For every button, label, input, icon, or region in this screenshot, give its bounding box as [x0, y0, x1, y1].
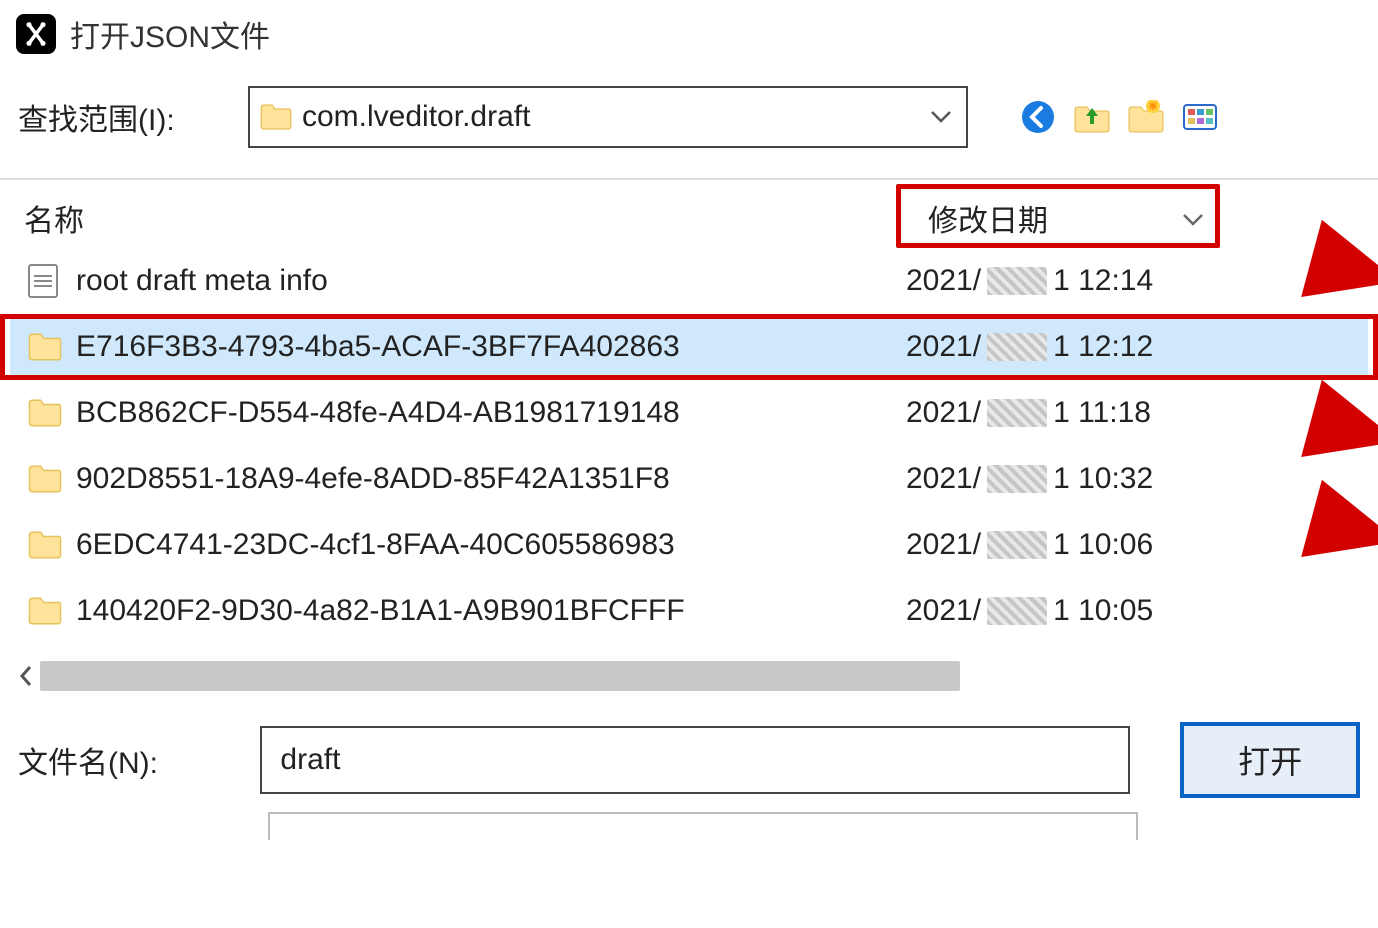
- date-suffix: 1 12:12: [1053, 330, 1153, 364]
- divider: [0, 178, 1378, 180]
- column-date-header[interactable]: 修改日期: [900, 190, 1220, 246]
- column-name-header[interactable]: 名称: [10, 196, 900, 240]
- column-headers: 名称 修改日期: [10, 188, 1368, 248]
- date-suffix: 1 10:32: [1053, 462, 1153, 496]
- folder-icon: [28, 332, 76, 362]
- titlebar: 打开JSON文件: [0, 0, 1378, 76]
- file-date: 2021/1 10:32: [906, 462, 1266, 496]
- file-list: 名称 修改日期 root draft meta info2021/1 12:14…: [0, 188, 1378, 696]
- file-row[interactable]: 6EDC4741-23DC-4cf1-8FAA-40C6055869832021…: [10, 512, 1368, 578]
- column-date-label: 修改日期: [928, 196, 1048, 240]
- file-row[interactable]: 140420F2-9D30-4a82-B1A1-A9B901BFCFFF2021…: [10, 578, 1368, 644]
- filename-input[interactable]: draft: [260, 726, 1130, 794]
- filetype-combo[interactable]: [268, 812, 1138, 840]
- path-text: com.lveditor.draft: [302, 100, 916, 134]
- folder-icon: [28, 398, 76, 428]
- file-row[interactable]: E716F3B3-4793-4ba5-ACAF-3BF7FA4028632021…: [10, 314, 1368, 380]
- date-redacted: [987, 465, 1047, 493]
- folder-icon: [28, 530, 76, 560]
- document-icon: [28, 264, 76, 298]
- date-prefix: 2021/: [906, 330, 981, 364]
- date-suffix: 1 10:06: [1053, 528, 1153, 562]
- folder-icon: [28, 464, 76, 494]
- file-date: 2021/1 12:14: [906, 264, 1266, 298]
- date-redacted: [987, 267, 1047, 295]
- filename-label: 文件名(N):: [18, 738, 220, 782]
- new-folder-button[interactable]: [1126, 97, 1166, 137]
- file-row[interactable]: BCB862CF-D554-48fe-A4D4-AB19817191482021…: [10, 380, 1368, 446]
- file-date: 2021/1 10:06: [906, 528, 1266, 562]
- file-name: 140420F2-9D30-4a82-B1A1-A9B901BFCFFF: [76, 594, 906, 628]
- date-suffix: 1 11:18: [1053, 396, 1151, 430]
- file-row[interactable]: root draft meta info2021/1 12:14: [10, 248, 1368, 314]
- app-icon: [16, 14, 56, 54]
- date-prefix: 2021/: [906, 396, 981, 430]
- back-button[interactable]: [1018, 97, 1058, 137]
- date-redacted: [987, 531, 1047, 559]
- up-folder-button[interactable]: [1072, 97, 1112, 137]
- date-redacted: [987, 597, 1047, 625]
- date-prefix: 2021/: [906, 264, 981, 298]
- scroll-left-icon[interactable]: [12, 658, 40, 694]
- file-row[interactable]: 902D8551-18A9-4efe-8ADD-85F42A1351F82021…: [10, 446, 1368, 512]
- filename-row: 文件名(N): draft 打开: [0, 696, 1378, 808]
- file-name: E716F3B3-4793-4ba5-ACAF-3BF7FA402863: [76, 330, 906, 364]
- open-button[interactable]: 打开: [1180, 722, 1360, 798]
- folder-icon: [28, 596, 76, 626]
- date-prefix: 2021/: [906, 528, 981, 562]
- filetype-row: [0, 808, 1378, 840]
- file-date: 2021/1 12:12: [906, 330, 1266, 364]
- date-redacted: [987, 399, 1047, 427]
- folder-icon: [260, 101, 292, 133]
- lookup-row: 查找范围(I): com.lveditor.draft: [0, 76, 1378, 178]
- date-suffix: 1 12:14: [1053, 264, 1153, 298]
- horizontal-scrollbar[interactable]: [10, 656, 1368, 696]
- file-name: BCB862CF-D554-48fe-A4D4-AB1981719148: [76, 396, 906, 430]
- date-suffix: 1 10:05: [1053, 594, 1153, 628]
- file-name: 6EDC4741-23DC-4cf1-8FAA-40C605586983: [76, 528, 906, 562]
- file-name: 902D8551-18A9-4efe-8ADD-85F42A1351F8: [76, 462, 906, 496]
- date-prefix: 2021/: [906, 462, 981, 496]
- file-name: root draft meta info: [76, 264, 906, 298]
- file-date: 2021/1 10:05: [906, 594, 1266, 628]
- path-combo[interactable]: com.lveditor.draft: [248, 86, 968, 148]
- date-redacted: [987, 333, 1047, 361]
- window-title: 打开JSON文件: [70, 12, 270, 56]
- file-date: 2021/1 11:18: [906, 396, 1266, 430]
- view-mode-button[interactable]: [1180, 97, 1220, 137]
- nav-buttons: [1018, 97, 1220, 137]
- chevron-down-icon: [1182, 201, 1204, 235]
- scroll-thumb[interactable]: [40, 661, 960, 691]
- filename-value: draft: [280, 743, 340, 777]
- lookup-label: 查找范围(I):: [18, 95, 218, 139]
- chevron-down-icon[interactable]: [926, 109, 956, 125]
- date-prefix: 2021/: [906, 594, 981, 628]
